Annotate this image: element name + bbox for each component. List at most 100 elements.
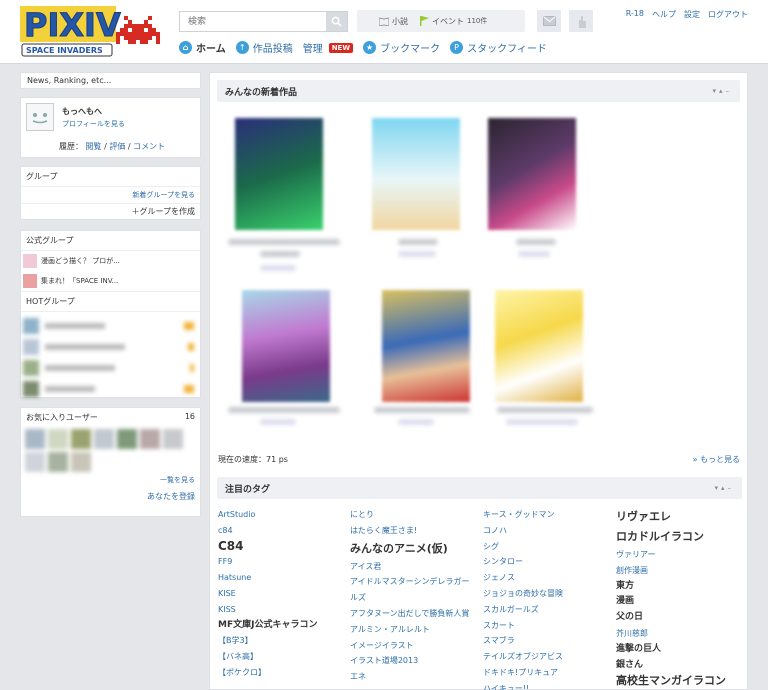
r18-link[interactable]: R-18	[626, 9, 644, 20]
help-link[interactable]: ヘルプ	[652, 9, 676, 20]
tag-link[interactable]: エネ	[350, 669, 476, 685]
event-link[interactable]: イベント 110件	[420, 16, 487, 27]
favorite-users-box: お気に入りユーザー 16 一覧を見る あなたを登録	[20, 407, 201, 517]
official-group-item-label: 集まれ！「SPACE INV...	[41, 277, 119, 285]
tag-link[interactable]: テイルズオブジアビス	[483, 649, 611, 665]
tag-link[interactable]: キース・グッドマン	[483, 507, 611, 523]
tag-link[interactable]: イメージイラスト	[350, 638, 476, 654]
history-comment-link[interactable]: コメント	[133, 142, 165, 151]
tag-link[interactable]: FF9	[218, 554, 346, 570]
group-box: グループ 新着グループを見る ＋グループを作成	[20, 166, 201, 220]
tag-link[interactable]: Hatsune	[218, 570, 346, 586]
tag-link[interactable]: アフタヌーン出だしで勝負新人賞	[350, 606, 476, 622]
tag-link[interactable]: 進撃の巨人	[616, 642, 744, 658]
tag-link[interactable]: はたらく魔王さま!	[350, 523, 476, 539]
tag-link[interactable]: 芥川慈郎	[616, 626, 744, 642]
tag-link[interactable]: ArtStudio	[218, 507, 346, 523]
create-group-link[interactable]: ＋グループを作成	[21, 204, 200, 219]
artwork-thumbnail[interactable]	[372, 118, 460, 230]
tag-link[interactable]: シグ	[483, 539, 611, 555]
tag-link[interactable]: 銀さん	[616, 658, 744, 674]
section-controls[interactable]: ▾▴–	[714, 484, 734, 492]
tag-link[interactable]: 【バネ高】	[218, 649, 346, 665]
nav-post[interactable]: ↑ 作品投稿	[235, 40, 293, 55]
history-row: 履歴： 閲覧 / 評価 / コメント	[59, 142, 166, 151]
new-groups-link[interactable]: 新着グループを見る	[21, 187, 200, 204]
profile-box: もっへもへ プロフィールを見る 履歴： 閲覧 / 評価 / コメント	[20, 97, 201, 158]
event-count: 110件	[467, 17, 488, 25]
tag-link[interactable]: スカート	[483, 618, 611, 634]
novel-link[interactable]: 小説	[379, 16, 408, 27]
tag-link[interactable]: 高校生マンガイラコン	[616, 673, 744, 689]
logout-link[interactable]: ログアウト	[708, 9, 748, 20]
tag-link[interactable]: アルミン・アルレルト	[350, 622, 476, 638]
nav-bookmark[interactable]: ★ ブックマーク	[363, 40, 440, 55]
tag-link[interactable]: KISE	[218, 586, 346, 602]
tag-link[interactable]: KISS	[218, 602, 346, 618]
favorite-users-avatars[interactable]	[21, 427, 200, 473]
logo-subtitle: SPACE INVADERS	[26, 46, 103, 55]
tag-link[interactable]: c84	[218, 523, 346, 539]
artwork-thumbnail[interactable]	[242, 290, 330, 402]
tag-link[interactable]: コノハ	[483, 523, 611, 539]
search-input[interactable]	[180, 12, 326, 31]
settings-link[interactable]: 設定	[684, 9, 700, 20]
tag-link[interactable]: ヴァリアー	[616, 547, 744, 563]
tag-link[interactable]: ロカドルイラコン	[616, 527, 744, 547]
tag-link[interactable]: ハイキュー!!	[483, 681, 611, 690]
book-icon	[379, 16, 389, 26]
history-view-link[interactable]: 閲覧	[86, 142, 102, 151]
tag-link[interactable]: イラスト道場2013	[350, 653, 476, 669]
messages-button[interactable]	[537, 10, 561, 32]
tag-link[interactable]: みんなのアニメ(仮)	[350, 539, 476, 559]
news-label: News, Ranking, etc...	[27, 76, 112, 85]
official-group-item[interactable]: 漫画どう描く？ プロが...	[21, 251, 200, 271]
search-button[interactable]	[326, 12, 347, 31]
avatar[interactable]	[26, 103, 54, 131]
official-group-item[interactable]: 集まれ！「SPACE INV...	[21, 271, 200, 291]
profile-link[interactable]: プロフィールを見る	[62, 119, 125, 129]
history-label: 履歴：	[59, 142, 83, 151]
tag-link[interactable]: ジョジョの奇妙な冒険	[483, 586, 611, 602]
notifications-button[interactable]	[569, 10, 593, 32]
group-title: グループ	[21, 167, 200, 187]
favorite-users-header: お気に入りユーザー 16	[21, 408, 200, 427]
tag-link[interactable]: 漫画	[616, 594, 744, 610]
hot-group-list[interactable]	[21, 312, 200, 402]
registered-you-link[interactable]: あなたを登録	[21, 487, 200, 506]
history-rating-link[interactable]: 評価	[109, 142, 125, 151]
tag-link[interactable]: 東方	[616, 579, 744, 595]
section-controls[interactable]: ▾▴–	[712, 87, 732, 95]
tag-link[interactable]: ドキドキ!プリキュア	[483, 665, 611, 681]
tag-column-3: キース・グッドマン コノハ シグ シンタロー ジェノス ジョジョの奇妙な冒険 ス…	[483, 507, 611, 690]
artwork-thumbnail[interactable]	[488, 118, 576, 230]
pixiv-logo[interactable]: PIXIV SPACE INVADERS	[20, 6, 160, 58]
profile-name[interactable]: もっへもへ	[62, 106, 102, 117]
tag-link[interactable]: 創作漫画	[616, 563, 744, 579]
more-link[interactable]: » もっと見る	[693, 454, 740, 465]
tag-link[interactable]: スマブラ	[483, 633, 611, 649]
global-nav: ⌂ ホーム ↑ 作品投稿 管理 NEW ★ ブックマーク P スタックフィード	[179, 40, 547, 55]
hot-group-title: HOTグループ	[21, 291, 200, 312]
news-box[interactable]: News, Ranking, etc...	[20, 72, 201, 89]
favorite-users-list-link[interactable]: 一覧を見る	[21, 473, 200, 487]
tag-link[interactable]: アイス君	[350, 559, 476, 575]
nav-home[interactable]: ⌂ ホーム	[179, 40, 226, 55]
nav-staccfeed[interactable]: P スタックフィード	[450, 40, 547, 55]
artwork-thumbnail[interactable]	[382, 290, 470, 402]
tag-link[interactable]: 【B学3】	[218, 633, 346, 649]
tag-link[interactable]: C84	[218, 539, 346, 555]
tag-link[interactable]: にとり	[350, 507, 476, 523]
artwork-thumbnail[interactable]	[235, 118, 323, 230]
tag-link[interactable]: アイドルマスターシンデレラガールズ	[350, 574, 476, 606]
tag-link[interactable]: 【ポケクロ】	[218, 665, 346, 681]
tag-link[interactable]: リヴァエレ	[616, 507, 744, 527]
artwork-thumbnail[interactable]	[495, 290, 583, 402]
tag-link[interactable]: スカルガールズ	[483, 602, 611, 618]
tag-link[interactable]: 父の日	[616, 610, 744, 626]
favorite-users-title: お気に入りユーザー	[26, 413, 98, 422]
tag-link[interactable]: ジェノス	[483, 570, 611, 586]
tag-link[interactable]: シンタロー	[483, 554, 611, 570]
tag-link[interactable]: MF文庫J公式キャラコン	[218, 618, 346, 634]
nav-manage[interactable]: 管理 NEW	[303, 40, 354, 55]
